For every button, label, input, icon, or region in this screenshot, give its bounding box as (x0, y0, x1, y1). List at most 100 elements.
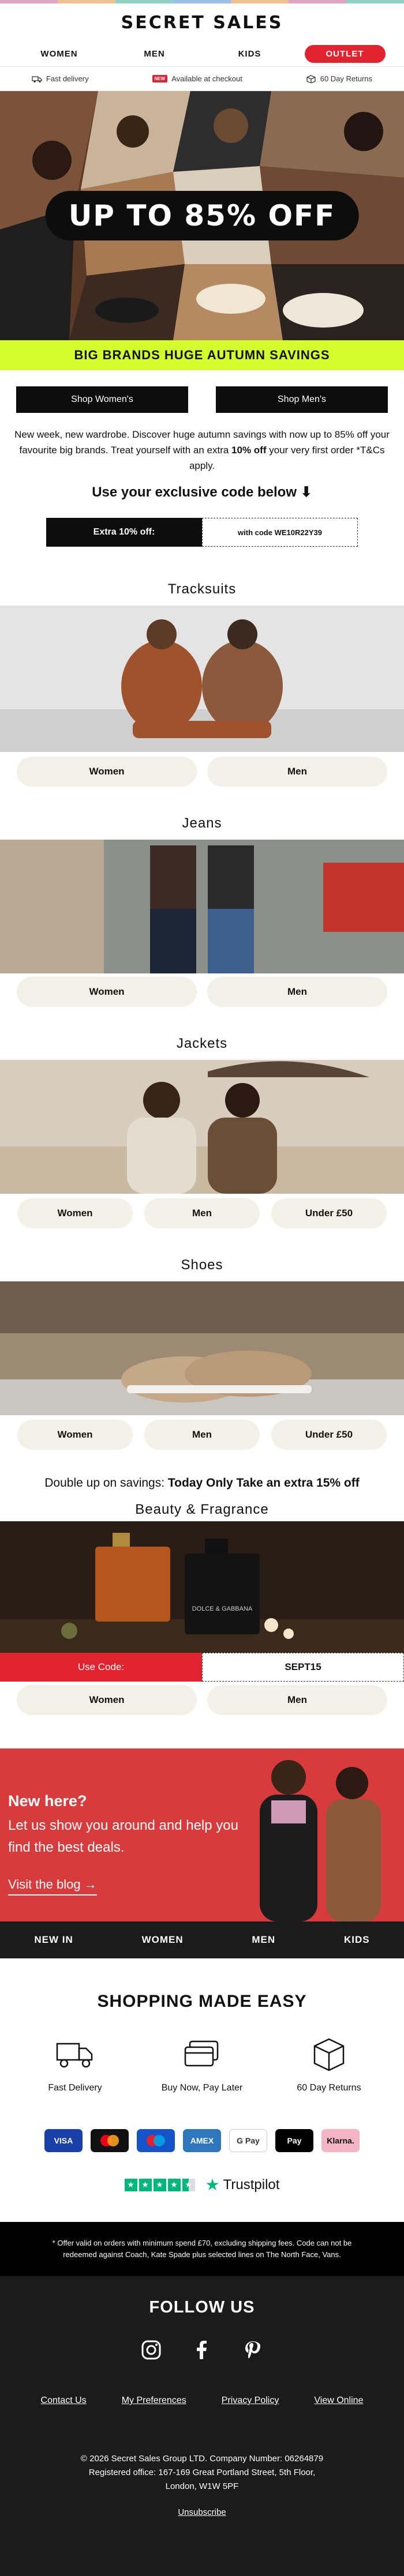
bottom-navigation: NEW IN WOMEN MEN KIDS (0, 1921, 404, 1958)
shopping-made-easy-features: Fast Delivery Buy Now, Pay Later 60 Day … (0, 2033, 404, 2093)
double-up-lead: Double up on savings: (44, 1476, 168, 1490)
new-here-text: New here? Let us show you around and hel… (8, 1792, 239, 1896)
stripe-segment (173, 0, 231, 3)
shop-buttons: Shop Women's Shop Men's (0, 370, 404, 413)
usp-returns: 60 Day Returns (306, 74, 372, 83)
unsubscribe-link[interactable]: Unsubscribe (0, 2507, 404, 2517)
beauty-men-button[interactable]: Men (207, 1685, 387, 1715)
shop-mens-button[interactable]: Shop Men's (216, 386, 388, 413)
feature-60-day-returns: 60 Day Returns (271, 2033, 387, 2093)
feature-buy-now-pay-later: Buy Now, Pay Later (144, 2033, 260, 2093)
star-icon: ★ (153, 2178, 166, 2191)
bottom-nav-kids[interactable]: KIDS (344, 1934, 370, 1946)
bottom-nav-new-in[interactable]: NEW IN (34, 1934, 73, 1946)
mastercard-icon (91, 2129, 129, 2152)
social-links (0, 2339, 404, 2361)
double-up-offer: Today Only Take an extra 15% off (167, 1476, 360, 1490)
beauty-code-label: Use Code: (0, 1653, 202, 1682)
hero-banner[interactable]: UP TO 85% OFF (0, 91, 404, 340)
stripe-segment (0, 0, 58, 3)
view-online-link[interactable]: View Online (314, 2396, 363, 2406)
shoes-title: Shoes (181, 1257, 223, 1273)
shoes-under-50-button[interactable]: Under £50 (271, 1420, 387, 1450)
trustpilot-star-icon: ★ (205, 2176, 220, 2194)
discount-code[interactable]: with code WE10R22Y39 (202, 518, 358, 547)
shoes-women-button[interactable]: Women (17, 1420, 133, 1450)
tracksuits-women-button[interactable]: Women (17, 757, 197, 787)
nav-kids[interactable]: KIDS (210, 49, 290, 59)
stripe-segment (58, 0, 115, 3)
bottom-nav-women[interactable]: WOMEN (142, 1934, 184, 1946)
usp-fast-delivery-label: Fast delivery (46, 74, 89, 83)
new-here-banner[interactable]: New here? Let us show you around and hel… (0, 1748, 404, 1921)
shop-womens-button[interactable]: Shop Women's (16, 386, 188, 413)
shopping-made-easy-title: SHOPPING MADE EASY (97, 1992, 307, 2011)
tracksuits-men-button[interactable]: Men (207, 757, 387, 787)
tracksuits-buttons: Women Men (0, 757, 404, 787)
new-here-body: Let us show you around and help you find… (8, 1818, 238, 1855)
beauty-buttons: Women Men (0, 1685, 404, 1715)
jeans-men-button[interactable]: Men (207, 977, 387, 1007)
instagram-icon[interactable] (140, 2339, 162, 2361)
delivery-truck-icon (56, 2043, 93, 2068)
facebook-icon[interactable] (191, 2339, 213, 2361)
maestro-icon (137, 2129, 175, 2152)
jeans-image[interactable] (0, 840, 404, 973)
google-pay-icon: G Pay (229, 2129, 267, 2152)
intro-text-bold: 10% off (231, 445, 267, 456)
trustpilot-name: Trustpilot (223, 2176, 280, 2193)
new-here-title: New here? (8, 1792, 87, 1810)
stripe-segment (346, 0, 404, 3)
beauty-women-button[interactable]: Women (17, 1685, 197, 1715)
box-icon (306, 74, 316, 83)
intro-text: New week, new wardrobe. Discover huge au… (0, 413, 404, 473)
header: SECRET SALES (0, 3, 404, 42)
privacy-policy-link[interactable]: Privacy Policy (222, 2396, 279, 2406)
jeans-title: Jeans (182, 815, 222, 831)
jackets-image[interactable] (0, 1060, 404, 1194)
beauty-code-value[interactable]: SEPT15 (202, 1653, 404, 1682)
jackets-under-50-button[interactable]: Under £50 (271, 1198, 387, 1228)
hero-headline: UP TO 85% OFF (45, 191, 359, 240)
footer: FOLLOW US Contact Us My Preferences Priv… (0, 2276, 404, 2576)
star-icon: ★ (167, 2178, 181, 2191)
bottle-brand-label: DOLCE & GABBANA (192, 1605, 253, 1612)
discount-code-box[interactable]: Extra 10% off: with code WE10R22Y39 (46, 518, 358, 547)
autumn-savings-banner[interactable]: BIG BRANDS HUGE AUTUMN SAVINGS (0, 340, 404, 370)
star-icon: ★ (139, 2178, 152, 2191)
my-preferences-link[interactable]: My Preferences (122, 2396, 186, 2406)
jeans-women-button[interactable]: Women (17, 977, 197, 1007)
stripe-segment (231, 0, 289, 3)
jackets-title: Jackets (176, 1036, 228, 1051)
tracksuits-title: Tracksuits (167, 581, 237, 597)
shoes-image[interactable] (0, 1281, 404, 1415)
secret-sales-logo[interactable]: SECRET SALES (121, 13, 283, 33)
trustpilot-rating[interactable]: ★ ★ ★ ★ ★ ★ Trustpilot (0, 2175, 404, 2194)
credit-card-icon (184, 2040, 219, 2067)
usp-checkout-label: Available at checkout (171, 74, 242, 83)
jackets-buttons: Women Men Under £50 (0, 1198, 404, 1228)
jackets-women-button[interactable]: Women (17, 1198, 133, 1228)
code-heading: Use your exclusive code below ⬇ (92, 484, 312, 500)
usp-checkout: NEW Available at checkout (152, 74, 242, 83)
nav-men[interactable]: MEN (114, 49, 195, 59)
beauty-code-box[interactable]: Use Code: SEPT15 (0, 1653, 404, 1682)
contact-us-link[interactable]: Contact Us (41, 2396, 87, 2406)
truck-icon (32, 76, 42, 82)
tracksuits-image[interactable] (0, 606, 404, 752)
jackets-men-button[interactable]: Men (144, 1198, 260, 1228)
beauty-image[interactable]: DOLCE & GABBANA (0, 1521, 404, 1653)
rating-stars: ★ ★ ★ ★ ★ (124, 2178, 195, 2191)
visa-icon: VISA (44, 2129, 83, 2152)
nav-outlet[interactable]: OUTLET (304, 45, 386, 63)
top-color-stripe (0, 0, 404, 3)
visit-blog-link[interactable]: Visit the blog → (8, 1877, 97, 1896)
feature-returns-label: 60 Day Returns (297, 2083, 361, 2093)
bottom-nav-men[interactable]: MEN (252, 1934, 275, 1946)
pinterest-icon[interactable] (242, 2339, 264, 2361)
footer-links: Contact Us My Preferences Privacy Policy… (0, 2396, 404, 2406)
shoes-men-button[interactable]: Men (144, 1420, 260, 1450)
return-box-icon (313, 2038, 345, 2071)
nav-women[interactable]: WOMEN (19, 49, 100, 59)
stripe-segment (115, 0, 173, 3)
